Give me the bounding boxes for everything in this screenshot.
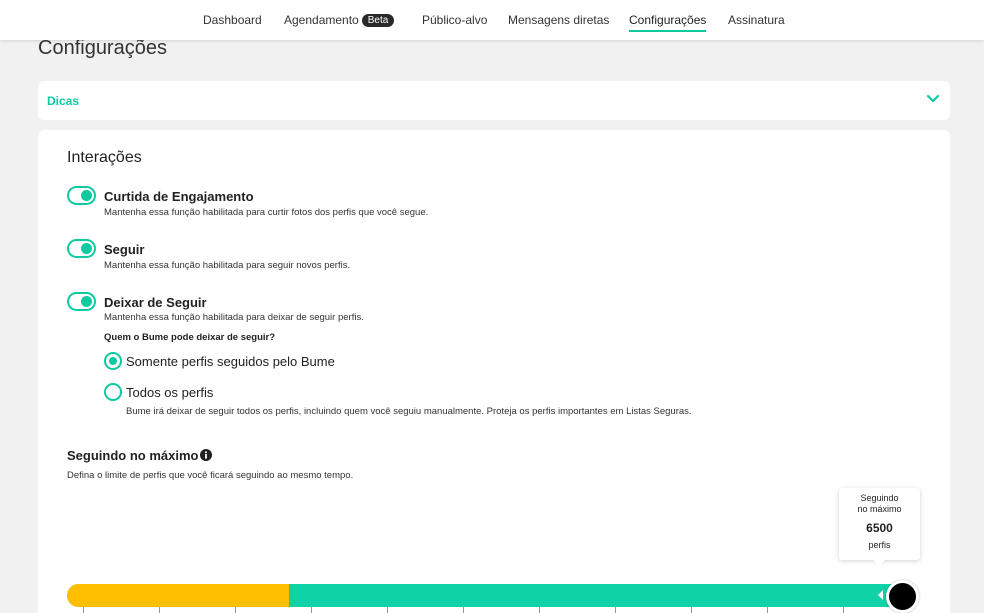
slider-tick: [159, 607, 160, 613]
tooltip-unit: perfis: [868, 540, 891, 550]
nav-publico-alvo[interactable]: Público-alvo: [422, 13, 487, 27]
nav-configuracoes[interactable]: Configurações: [629, 13, 707, 32]
slider-tick: [387, 607, 388, 613]
radio-label-somente-bume[interactable]: Somente perfis seguidos pelo Bume: [126, 354, 335, 369]
toggle-deixar-de-seguir[interactable]: [67, 292, 96, 311]
nav-assinatura[interactable]: Assinatura: [728, 13, 785, 27]
slider-tick: [615, 607, 616, 613]
slider-value-tooltip: Seguindo no máximo 6500 perfis: [839, 488, 920, 566]
info-icon[interactable]: [200, 449, 212, 461]
max-following-slider[interactable]: [67, 584, 903, 607]
all-profiles-note: Bume irá deixar de seguir todos os perfi…: [126, 406, 692, 417]
slider-tick: [767, 607, 768, 613]
handle-left-arrow-icon: [878, 590, 883, 600]
nav-agendamento[interactable]: Agendamento Beta: [284, 13, 395, 27]
dicas-panel[interactable]: Dicas: [38, 81, 950, 120]
slider-warning-fill: [67, 584, 290, 607]
option-desc-curtida: Mantenha essa função habilitada para cur…: [104, 207, 429, 218]
toggle-curtida-engajamento[interactable]: [67, 186, 96, 205]
slider-tick: [539, 607, 540, 613]
beta-badge: Beta: [361, 14, 395, 27]
max-following-title: Seguindo no máximo: [67, 448, 199, 463]
slider-tick: [843, 607, 844, 613]
tooltip-value: 6500: [866, 521, 893, 535]
top-nav: Dashboard Agendamento Beta Público-alvo M…: [0, 0, 984, 40]
unfollow-question: Quem o Bume pode deixar de seguir?: [104, 332, 276, 343]
tooltip-line2: no máximo: [857, 504, 902, 514]
option-desc-deixar: Mantenha essa função habilitada para dei…: [104, 312, 364, 323]
nav-agendamento-label: Agendamento: [284, 13, 359, 27]
page-title: Configurações: [38, 37, 167, 59]
slider-tick: [691, 607, 692, 613]
chevron-down-icon[interactable]: [926, 92, 940, 106]
toggle-seguir[interactable]: [67, 239, 96, 258]
radio-label-todos-perfis[interactable]: Todos os perfis: [126, 385, 213, 400]
option-title-seguir: Seguir: [104, 242, 145, 257]
interactions-card: Interações Curtida de Engajamento Manten…: [38, 130, 950, 613]
nav-mensagens-diretas[interactable]: Mensagens diretas: [508, 13, 609, 27]
option-title-deixar: Deixar de Seguir: [104, 295, 207, 310]
dicas-label: Dicas: [47, 94, 80, 108]
radio-somente-bume[interactable]: [104, 352, 122, 370]
nav-dashboard[interactable]: Dashboard: [203, 13, 262, 27]
radio-todos-perfis[interactable]: [104, 383, 122, 401]
option-desc-seguir: Mantenha essa função habilitada para seg…: [104, 260, 351, 271]
slider-tick: [463, 607, 464, 613]
option-title-curtida: Curtida de Engajamento: [104, 189, 254, 204]
slider-tick: [83, 607, 84, 613]
tooltip-line1: Seguindo: [860, 493, 899, 503]
slider-tick: [311, 607, 312, 613]
slider-tick: [235, 607, 236, 613]
slider-ticks: [67, 607, 903, 613]
max-following-desc: Defina o limite de perfis que você ficar…: [67, 470, 354, 481]
section-title: Interações: [67, 149, 142, 166]
slider-handle[interactable]: [886, 580, 919, 613]
